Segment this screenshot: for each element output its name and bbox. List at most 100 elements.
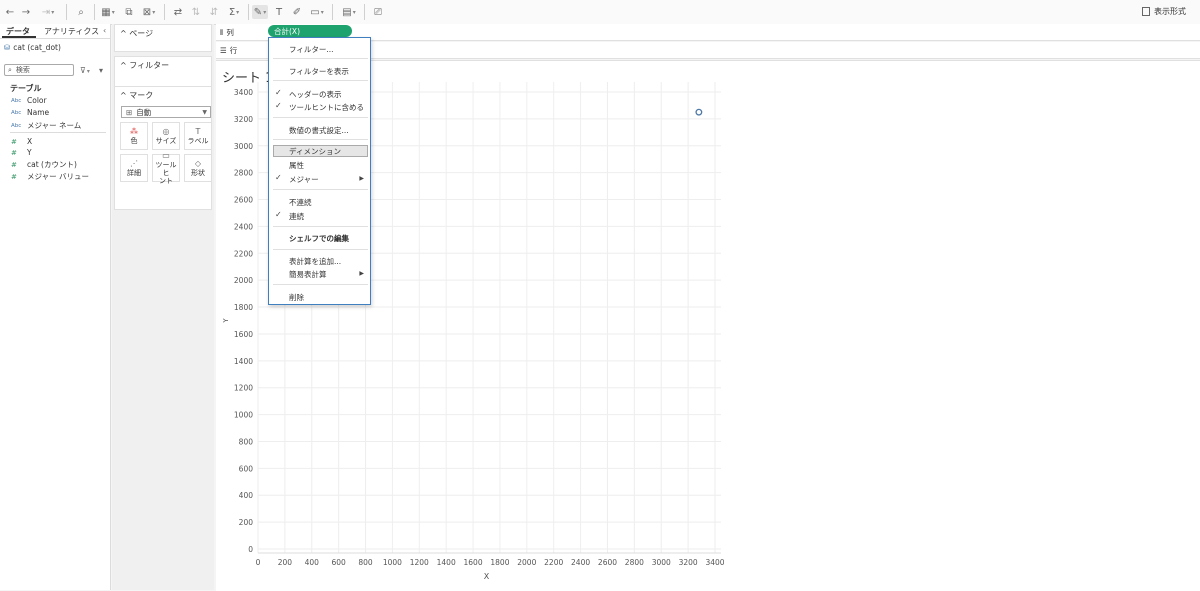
menu-separator	[273, 284, 368, 285]
x-tick-label: 3000	[652, 558, 671, 567]
mark-type-select[interactable]: ⊞ 自動 ▼	[121, 106, 211, 118]
filter-icon[interactable]: ⊽▾	[80, 66, 90, 75]
columns-pill-sum-x[interactable]: 合計(X)	[268, 25, 352, 37]
duplicate-icon[interactable]: ⧉	[122, 5, 136, 19]
y-tick-label: 800	[239, 437, 254, 446]
label-icon: T	[195, 127, 201, 137]
string-type-icon: Abc	[11, 97, 22, 104]
menu-item[interactable]: 削除	[289, 292, 304, 303]
menu-item[interactable]: ヘッダーの表示	[289, 89, 342, 100]
color-button[interactable]: ⁂ 色	[120, 122, 148, 150]
label-label: ラベル	[187, 136, 209, 145]
field-name[interactable]: Abc Name	[11, 108, 49, 117]
y-tick-label: 3200	[234, 115, 253, 124]
datasource-item[interactable]: ⛁ cat (cat_dot)	[4, 43, 61, 52]
label-button[interactable]: T ラベル	[184, 122, 212, 150]
redo-icon[interactable]: →	[20, 5, 32, 19]
y-tick-label: 400	[239, 491, 254, 500]
collapse-icon[interactable]: ‹	[103, 26, 106, 35]
x-tick-label: 1600	[464, 558, 483, 567]
clear-icon[interactable]: ⊠ ▾	[140, 5, 158, 19]
tooltip-icon: ▭	[162, 151, 170, 161]
presentation-icon[interactable]: ⎚	[372, 5, 384, 19]
menu-item[interactable]: ディメンション	[289, 146, 341, 157]
tooltip-button[interactable]: ▭ ツールヒ ント	[152, 151, 180, 185]
y-tick-label: 0	[248, 545, 253, 554]
tab-analytics[interactable]: アナリティクス	[44, 26, 99, 37]
toolbar: ← → ⇥ ▾ ⌕ ▦ ▾ ⧉ ⊠ ▾ ⇄ ⇅ ⇵ Σ ▾ ✎ ▾ T ✐ ▭ ▾ ▤ ▾ ⎚…	[0, 0, 1200, 25]
rows-icon: ☰	[220, 46, 227, 55]
label-icon[interactable]: T	[274, 5, 284, 19]
tab-indicator	[2, 36, 36, 38]
number-type-icon: #	[11, 137, 17, 146]
annotate-icon[interactable]: ✐	[292, 5, 302, 19]
mark-type-value: 自動	[136, 107, 152, 117]
x-tick-label: 0	[256, 558, 261, 567]
data-pane-tabs: データ アナリティクス ‹	[0, 24, 110, 39]
number-type-icon: #	[11, 160, 17, 169]
pages-card-title: ^ ページ	[120, 29, 154, 38]
shape-icon: ◇	[194, 159, 202, 169]
marks-card-title[interactable]: ^ マーク	[120, 90, 153, 101]
highlight-icon[interactable]: ✎ ▾	[252, 5, 268, 19]
checkmark-icon: ✓	[275, 173, 282, 182]
sort-asc-icon[interactable]: ⇅	[190, 5, 202, 19]
swap-icon[interactable]: ⇄	[172, 5, 184, 19]
show-me-icon[interactable]: ▤ ▾	[340, 5, 358, 19]
menu-chevron-icon[interactable]: ▾	[99, 66, 103, 75]
menu-item[interactable]: フィルターを表示	[289, 66, 349, 77]
menu-item[interactable]: 不連続	[289, 197, 312, 208]
cards-pane: ^ ページ ^ フィルター ^ マーク ⊞ 自動 ▼ ⁂ 色 ◎ サイズ T ラベル …	[112, 24, 214, 590]
pill-context-menu: フィルター... フィルターを表示 ヘッダーの表示 ✓ ツールヒントに含める ✓ 数値の書式…	[268, 37, 371, 305]
shape-button[interactable]: ◇ 形状	[184, 154, 212, 182]
menu-item[interactable]: 表計算を追加...	[289, 256, 341, 267]
search-icon: ⌕	[8, 65, 12, 74]
x-tick-label: 2200	[544, 558, 563, 567]
field-label: メジャー ネーム	[27, 121, 82, 130]
y-tick-label: 1000	[234, 411, 253, 420]
x-tick-label: 3200	[679, 558, 698, 567]
field-x[interactable]: # X	[11, 137, 32, 146]
field-color[interactable]: Abc Color	[11, 96, 47, 105]
detail-icon: ⋰	[130, 159, 138, 169]
search-input[interactable]: ⌕ 検索	[4, 64, 74, 76]
sum-icon[interactable]: Σ ▾	[226, 5, 242, 19]
x-tick-label: 400	[305, 558, 320, 567]
string-type-icon: Abc	[11, 122, 22, 129]
data-point[interactable]	[695, 108, 703, 116]
present-button[interactable]: 表示形式	[1142, 6, 1186, 17]
rows-shelf-label: ☰ 行	[220, 45, 237, 56]
field-measure-names[interactable]: Abc メジャー ネーム	[11, 120, 81, 131]
pages-card[interactable]: ^ ページ	[114, 24, 212, 52]
color-label: 色	[130, 136, 138, 145]
menu-item[interactable]: シェルフでの編集	[289, 233, 349, 244]
field-label: cat (カウント)	[27, 160, 77, 169]
field-y[interactable]: # Y	[11, 148, 32, 157]
undo-icon[interactable]: ←	[4, 5, 16, 19]
menu-item[interactable]: 属性	[289, 160, 304, 171]
field-measure-values[interactable]: # メジャー バリュー	[11, 171, 89, 182]
menu-item[interactable]: メジャー	[289, 174, 319, 185]
replay-icon[interactable]: ⇥ ▾	[38, 5, 58, 19]
size-button[interactable]: ◎ サイズ	[152, 122, 180, 150]
x-tick-label: 600	[331, 558, 346, 567]
fit-icon[interactable]: ▭ ▾	[308, 5, 326, 19]
menu-item[interactable]: 簡易表計算	[289, 269, 327, 280]
field-cat-count[interactable]: # cat (カウント)	[11, 159, 77, 170]
marks-card: ^ マーク ⊞ 自動 ▼ ⁂ 色 ◎ サイズ T ラベル ⋰ 詳細 ▭ ツールヒ ント ◇…	[114, 86, 212, 210]
size-icon: ◎	[162, 127, 170, 137]
menu-item[interactable]: ツールヒントに含める	[289, 102, 364, 113]
size-label: サイズ	[155, 136, 177, 145]
detail-button[interactable]: ⋰ 詳細	[120, 154, 148, 182]
y-tick-label: 1800	[234, 303, 253, 312]
menu-item[interactable]: フィルター...	[289, 44, 334, 55]
new-data-source-icon[interactable]: ⌕	[74, 5, 88, 19]
new-worksheet-icon[interactable]: ▦ ▾	[100, 5, 116, 19]
menu-separator	[273, 80, 368, 81]
shape-label: 形状	[191, 168, 205, 177]
field-divider	[10, 132, 106, 133]
menu-item[interactable]: 数値の書式設定...	[289, 125, 349, 136]
sort-desc-icon[interactable]: ⇵	[208, 5, 220, 19]
checkmark-icon: ✓	[275, 88, 282, 97]
menu-item[interactable]: 連続	[289, 211, 304, 222]
